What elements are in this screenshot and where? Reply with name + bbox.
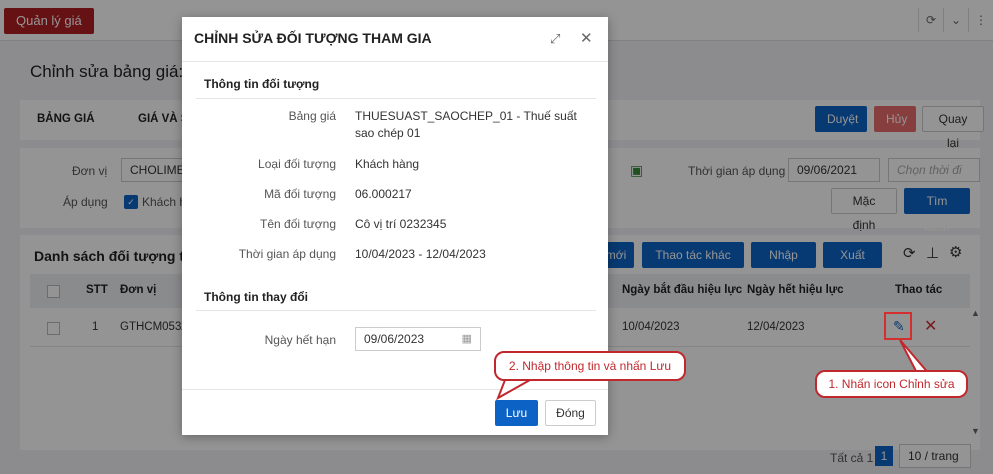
step2-callout: 2. Nhập thông tin và nhấn Lưu <box>494 351 686 381</box>
step2-pointer <box>496 379 534 401</box>
callout-pointers <box>496 339 933 401</box>
step1-callout: 1. Nhấn icon Chỉnh sửa <box>815 370 968 398</box>
